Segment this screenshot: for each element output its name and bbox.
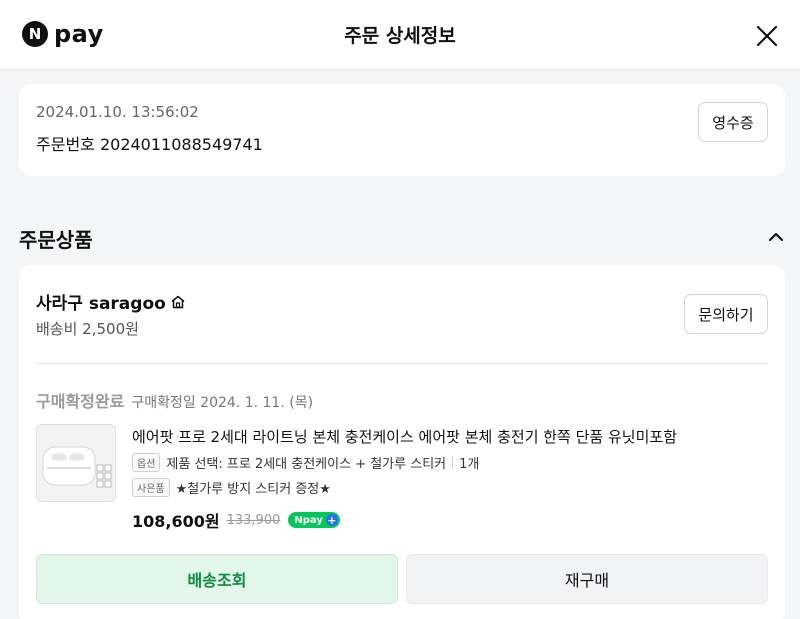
divider (36, 363, 768, 364)
product-name[interactable]: 에어팟 프로 2세대 라이트닝 본체 충전케이스 에어팟 본체 충전기 한쪽 단… (132, 426, 677, 447)
track-delivery-button[interactable]: 배송조회 (36, 554, 398, 604)
top-bar: N pay 주문 상세정보 (0, 0, 800, 70)
seller-name[interactable]: 사라구 saragoo (36, 289, 186, 314)
confirm-date: 구매확정일 2024. 1. 11. (목) (131, 395, 314, 411)
order-datetime: 2024.01.10. 13:56:02 (36, 103, 199, 121)
seller-name-text: 사라구 saragoo (36, 294, 166, 314)
gift-tag: 사은품 (132, 478, 170, 497)
order-number: 주문번호 2024011088549741 (36, 135, 263, 154)
order-info-card: 2024.01.10. 13:56:02 주문번호 20240110885497… (19, 84, 785, 176)
page-title: 주문 상세정보 (344, 25, 456, 47)
option-row: 옵션 제품 선택: 프로 2세대 충전케이스 + 철가루 스티커 1개 (132, 453, 479, 472)
option-tag: 옵션 (132, 453, 161, 472)
close-icon[interactable] (754, 23, 780, 49)
sale-price: 108,600원 (132, 512, 220, 531)
receipt-button[interactable]: 영수증 (698, 102, 768, 142)
order-product-card: 사라구 saragoo 배송비 2,500원 문의하기 구매확정완료 구매확정일… (19, 265, 785, 619)
npay-plus-badge: Npay + (288, 512, 340, 528)
product-thumbnail[interactable] (36, 424, 116, 502)
chevron-up-icon[interactable] (765, 226, 787, 248)
airpods-case-image (37, 425, 115, 501)
inquiry-button[interactable]: 문의하기 (684, 294, 768, 334)
gift-text: ★철가루 방지 스티커 증정★ (175, 482, 331, 497)
price-row: 108,600원 133,900 Npay + (132, 508, 340, 532)
option-text: 제품 선택: 프로 2세대 충전케이스 + 철가루 스티커 (166, 457, 447, 472)
separator (452, 457, 454, 468)
home-icon (171, 295, 185, 308)
npay-badge-text: Npay (294, 514, 323, 526)
plus-icon: + (325, 513, 338, 527)
shipping-fee: 배송비 2,500원 (36, 320, 139, 338)
order-status: 구매확정완료 (36, 392, 125, 411)
rebuy-button[interactable]: 재구매 (406, 554, 768, 604)
original-price: 133,900 (226, 512, 281, 528)
order-status-row: 구매확정완료 구매확정일 2024. 1. 11. (목) (36, 388, 313, 412)
gift-row: 사은품 ★철가루 방지 스티커 증정★ (132, 478, 331, 497)
section-title: 주문상품 (19, 228, 93, 252)
quantity: 1개 (459, 457, 480, 472)
